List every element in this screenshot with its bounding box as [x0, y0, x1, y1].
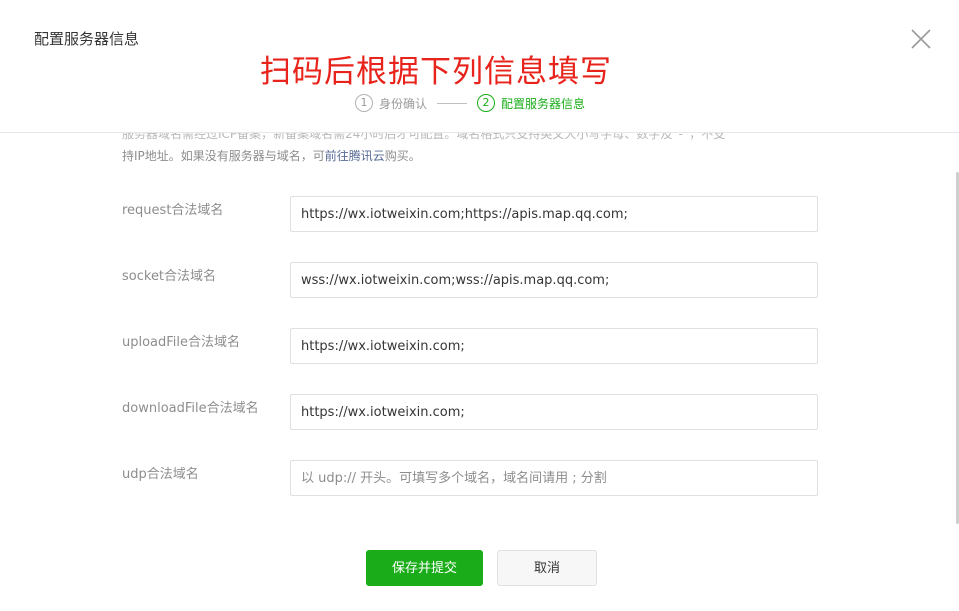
request-domain-label: request合法域名	[122, 203, 224, 218]
udp-domain-input[interactable]	[290, 460, 818, 496]
step-indicator: 1 身份确认 2 配置服务器信息	[355, 93, 585, 113]
socket-domain-label: socket合法域名	[122, 269, 217, 284]
dialog-body: 服务器域名需经过ICP备案，新备案域名需24小时后才可配置。域名格式只支持英文大…	[0, 133, 959, 611]
notice-line-2-suffix: 购买。	[384, 149, 421, 163]
dialog-title: 配置服务器信息	[34, 30, 140, 48]
upload-file-domain-label: uploadFile合法域名	[122, 335, 241, 350]
domain-notice: 服务器域名需经过ICP备案，新备案域名需24小时后才可配置。域名格式只支持英文大…	[122, 133, 832, 167]
red-annotation-text: 扫码后根据下列信息填写	[260, 54, 612, 90]
notice-line-1: 服务器域名需经过ICP备案，新备案域名需24小时后才可配置。域名格式只支持英文大…	[122, 133, 726, 141]
step-label-2: 配置服务器信息	[501, 96, 586, 111]
notice-line-2-prefix: 持IP地址。如果没有服务器与域名，可	[122, 149, 325, 163]
socket-domain-input[interactable]	[290, 262, 818, 298]
step-number-1: 1	[355, 94, 373, 112]
step-divider	[437, 102, 468, 104]
close-icon[interactable]	[906, 24, 934, 52]
download-file-domain-label: downloadFile合法域名	[122, 401, 259, 416]
udp-domain-label: udp合法域名	[122, 467, 199, 482]
request-domain-input[interactable]	[290, 196, 818, 232]
step-label-1: 身份确认	[379, 96, 428, 111]
config-server-dialog: 配置服务器信息 扫码后根据下列信息填写 1 身份确认 2 配置服务器信息 服务器…	[0, 0, 959, 611]
step-configure-server: 2 配置服务器信息	[477, 94, 585, 112]
download-file-domain-input[interactable]	[290, 394, 818, 430]
step-identity-confirm: 1 身份确认	[355, 94, 427, 112]
dialog-header: 配置服务器信息 扫码后根据下列信息填写 1 身份确认 2 配置服务器信息	[0, 0, 959, 133]
save-and-submit-button[interactable]: 保存并提交	[366, 550, 483, 586]
step-number-2: 2	[477, 94, 496, 112]
upload-file-domain-input[interactable]	[290, 328, 818, 364]
tencent-cloud-link[interactable]: 前往腾讯云	[325, 149, 385, 163]
cancel-button[interactable]: 取消	[497, 550, 597, 586]
notice-line-2: 持IP地址。如果没有服务器与域名，可前往腾讯云购买。	[122, 145, 832, 167]
